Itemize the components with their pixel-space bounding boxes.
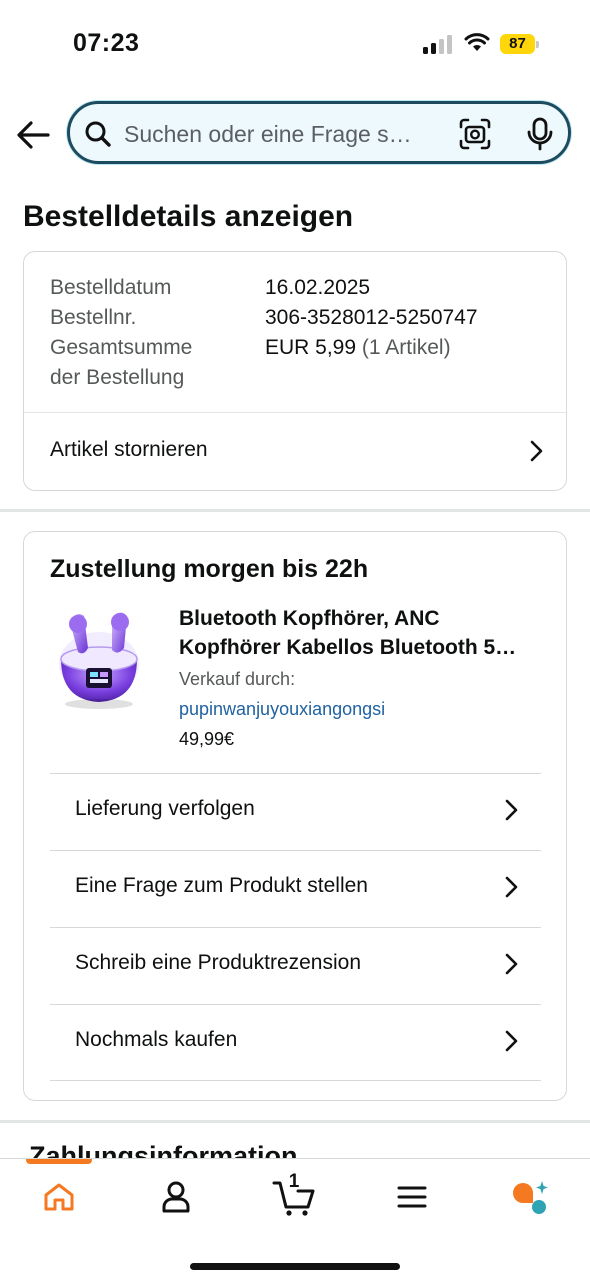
order-number-label: Bestellnr.	[50, 306, 137, 329]
menu-icon	[397, 1186, 427, 1208]
order-item-count: (1 Artikel)	[361, 336, 451, 359]
buy-again-row[interactable]: Nochmals kaufen	[50, 1004, 541, 1081]
order-actions-list: Lieferung verfolgen Eine Frage zum Produ…	[50, 773, 541, 1081]
order-total-value: EUR 5,99 (1 Artikel)	[265, 333, 451, 363]
cellular-signal-icon	[423, 35, 452, 54]
nav-rufus[interactable]	[499, 1175, 559, 1219]
chevron-right-icon	[505, 953, 518, 975]
nav-account[interactable]	[146, 1175, 206, 1219]
search-icon	[85, 121, 111, 147]
status-bar: 07:23 87	[0, 0, 590, 90]
home-indicator	[190, 1263, 400, 1270]
search-input[interactable]	[124, 118, 454, 150]
product-price: 49,99€	[179, 729, 235, 749]
order-number-value: 306-3528012-5250747	[265, 306, 478, 329]
chevron-right-icon	[505, 876, 518, 898]
microphone-icon[interactable]	[525, 117, 555, 151]
back-button[interactable]	[14, 116, 52, 154]
chevron-right-icon	[505, 799, 518, 821]
cart-count-badge: 1	[288, 1171, 300, 1192]
battery-level: 87	[500, 34, 535, 54]
write-review-row[interactable]: Schreib eine Produktrezension	[50, 927, 541, 1004]
ask-product-question-row[interactable]: Eine Frage zum Produkt stellen	[50, 850, 541, 927]
product-image[interactable]	[54, 604, 144, 714]
rufus-assistant-icon	[513, 1181, 548, 1214]
cancel-items-row[interactable]: Artikel stornieren	[24, 413, 566, 490]
product-title-line2: Kopfhörer Kabellos Bluetooth 5…	[179, 636, 517, 659]
order-date-value: 16.02.2025	[265, 276, 371, 299]
order-total-label-line1: Gesamtsumme	[50, 336, 193, 359]
ask-product-question-label: Eine Frage zum Produkt stellen	[75, 874, 368, 897]
account-icon	[162, 1181, 190, 1213]
seller-label: Verkauf durch:	[179, 669, 296, 689]
camera-lens-icon[interactable]	[458, 117, 492, 151]
wifi-icon	[464, 33, 490, 51]
nav-menu[interactable]	[382, 1175, 442, 1219]
status-time: 07:23	[73, 29, 140, 57]
order-total-amount: EUR 5,99	[265, 336, 357, 359]
active-tab-indicator	[26, 1159, 92, 1164]
cancel-items-label: Artikel stornieren	[50, 438, 208, 461]
chevron-right-icon	[505, 1030, 518, 1052]
bottom-navigation: 1	[0, 1158, 590, 1280]
chevron-right-icon	[530, 440, 543, 462]
order-summary-card: Bestelldatum 16.02.2025 Bestellnr. 306-3…	[23, 251, 567, 491]
nav-home[interactable]	[29, 1175, 89, 1219]
seller-link[interactable]: pupinwanjuyouxiangongsi	[179, 695, 385, 723]
write-review-label: Schreib eine Produktrezension	[75, 951, 362, 974]
delivery-title: Zustellung morgen bis 22h	[50, 555, 369, 583]
battery-indicator: 87	[500, 33, 540, 55]
buy-again-label: Nochmals kaufen	[75, 1028, 238, 1051]
delivery-card: Zustellung morgen bis 22h Bluetooth Kopf…	[23, 531, 567, 1101]
track-delivery-row[interactable]: Lieferung verfolgen	[50, 773, 541, 850]
search-bar[interactable]	[67, 101, 571, 164]
nav-cart[interactable]: 1	[264, 1171, 324, 1219]
product-title-line1: Bluetooth Kopfhörer, ANC	[179, 607, 440, 630]
product-title[interactable]: Bluetooth Kopfhörer, ANC Kopfhörer Kabel…	[179, 604, 549, 662]
page-title: Bestelldetails anzeigen	[23, 200, 354, 233]
home-icon	[44, 1183, 74, 1211]
order-date-label: Bestelldatum	[50, 276, 172, 299]
arrow-left-icon	[17, 121, 50, 149]
order-total-label-line2: der Bestellung	[50, 366, 185, 389]
track-delivery-label: Lieferung verfolgen	[75, 797, 255, 820]
payment-info-heading: Zahlungsinformation	[29, 1141, 298, 1158]
